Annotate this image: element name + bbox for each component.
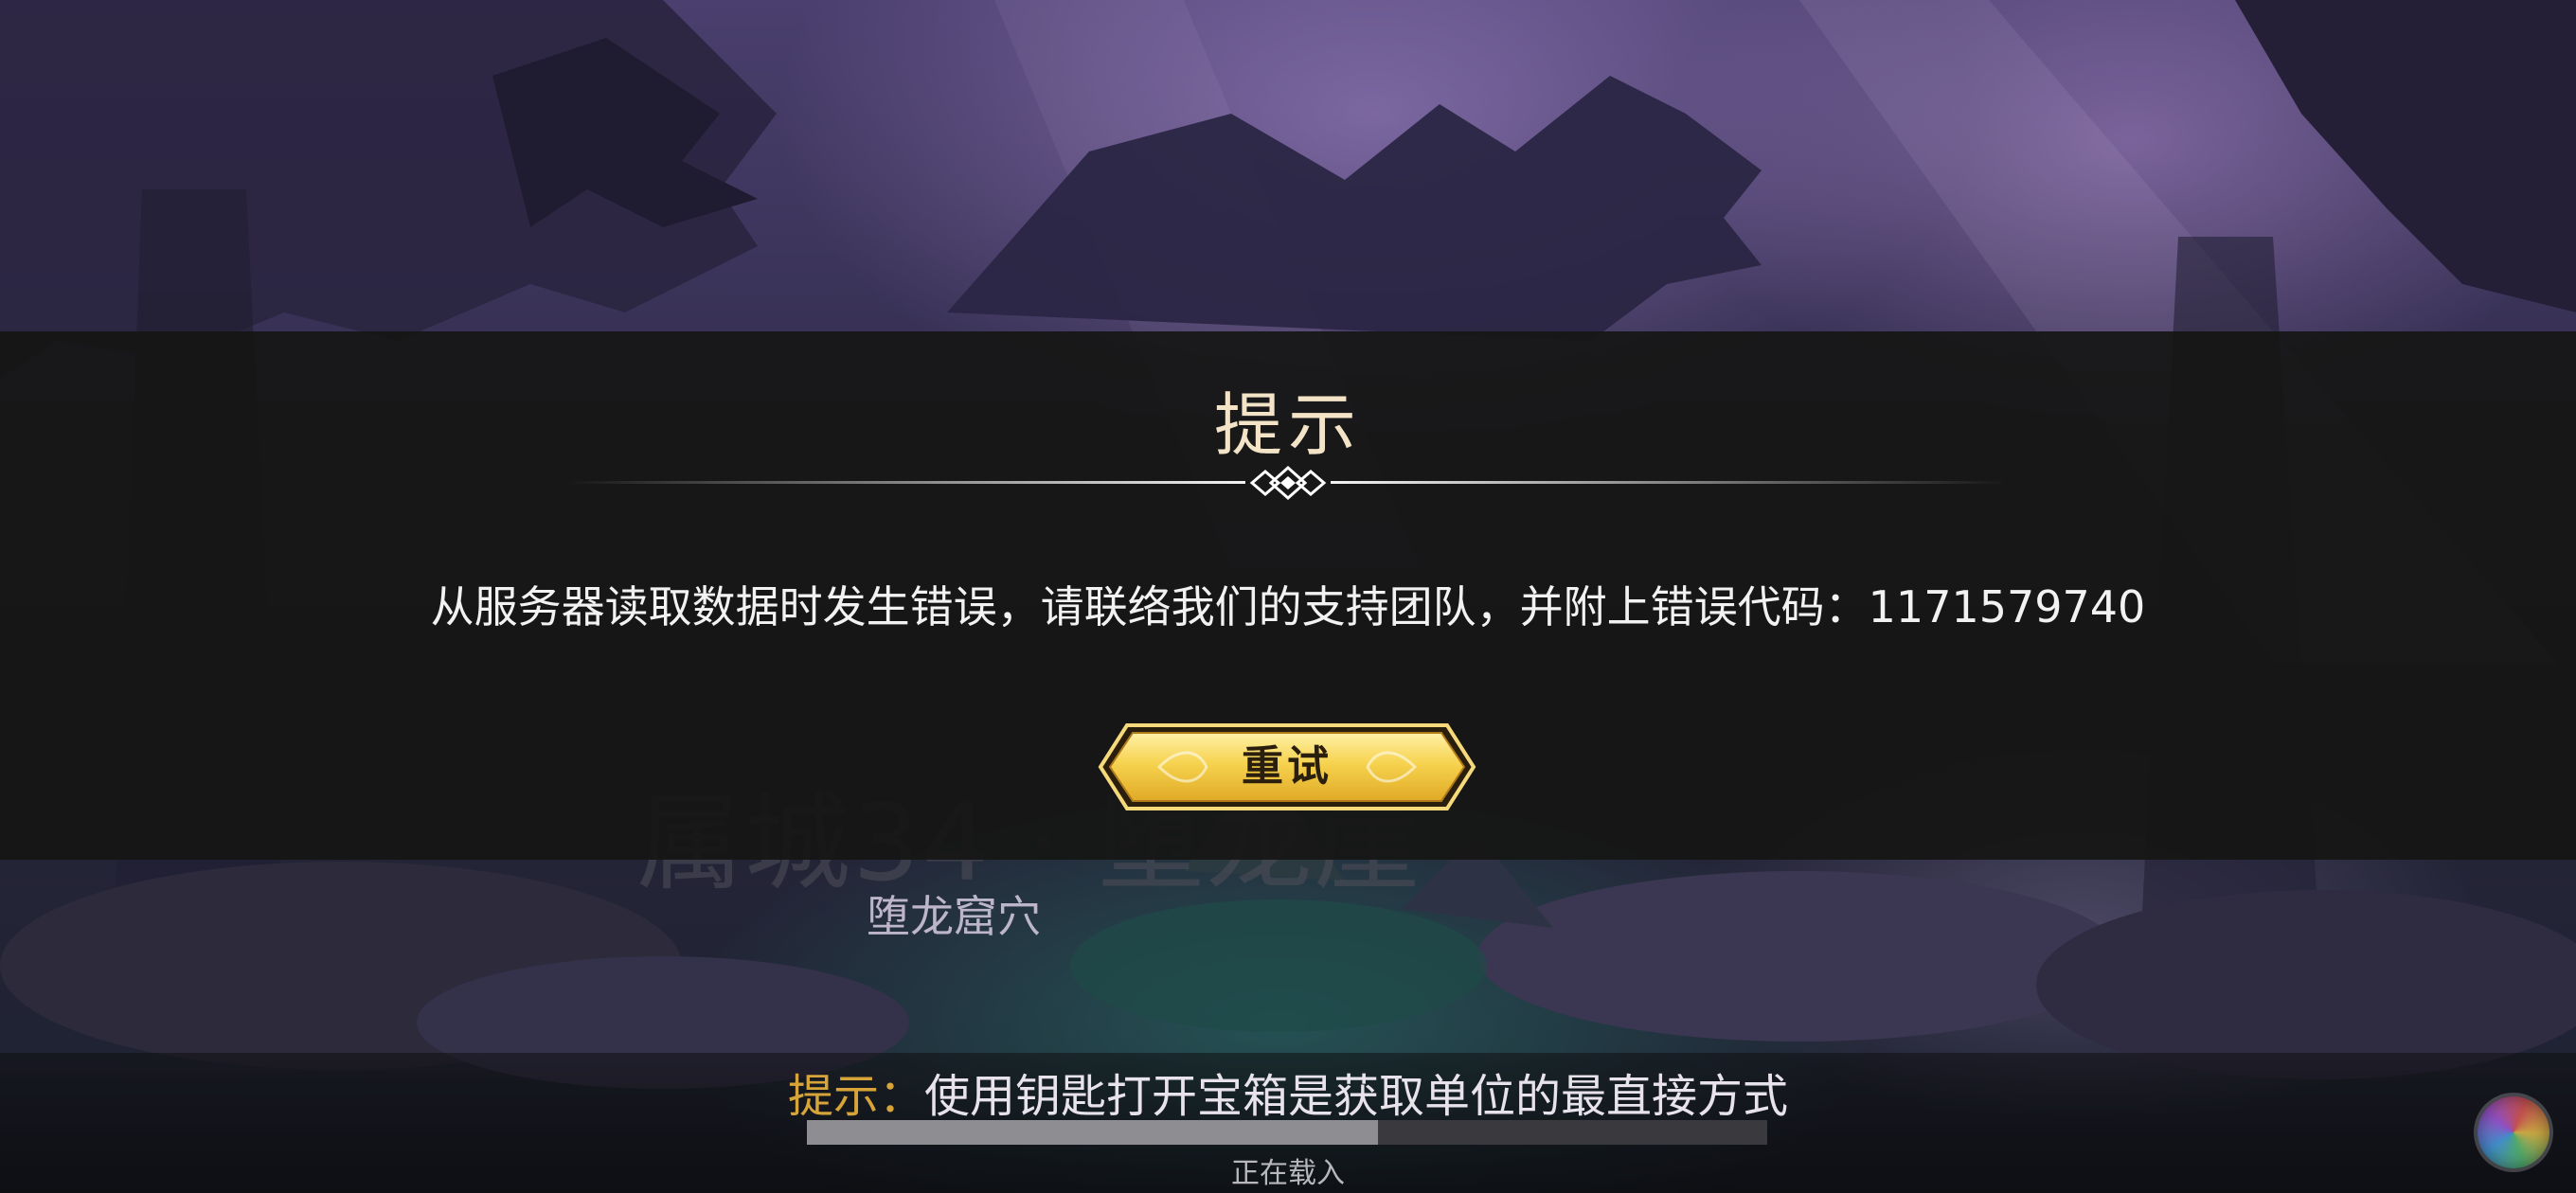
tip-prefix: 提示： [787,1070,924,1123]
error-message: 从服务器读取数据时发生错误，请联络我们的支持团队，并附上错误代码：1171579… [430,581,2146,632]
color-orb-icon[interactable] [2478,1096,2549,1168]
tip-text: 使用钥匙打开宝箱是获取单位的最直接方式 [924,1070,1789,1123]
retry-button[interactable]: 重试 [1093,720,1481,814]
divider-ornament-icon [568,465,2008,501]
progress-bar [807,1120,1767,1145]
retry-button-label: 重试 [1242,742,1333,791]
game-screen: 属城34 · 堕龙崖 提示 从服务器读取数据时发生错误，请联络我们的支持团队，并… [0,0,2576,1193]
dialog-title: 提示 [1213,385,1362,465]
loading-status: 正在载入 [1231,1157,1345,1190]
progress-bar-fill [807,1120,1379,1145]
loading-tip: 提示：使用钥匙打开宝箱是获取单位的最直接方式 [0,1059,2576,1125]
map-subtitle: 堕龙窟穴 [867,891,1041,942]
